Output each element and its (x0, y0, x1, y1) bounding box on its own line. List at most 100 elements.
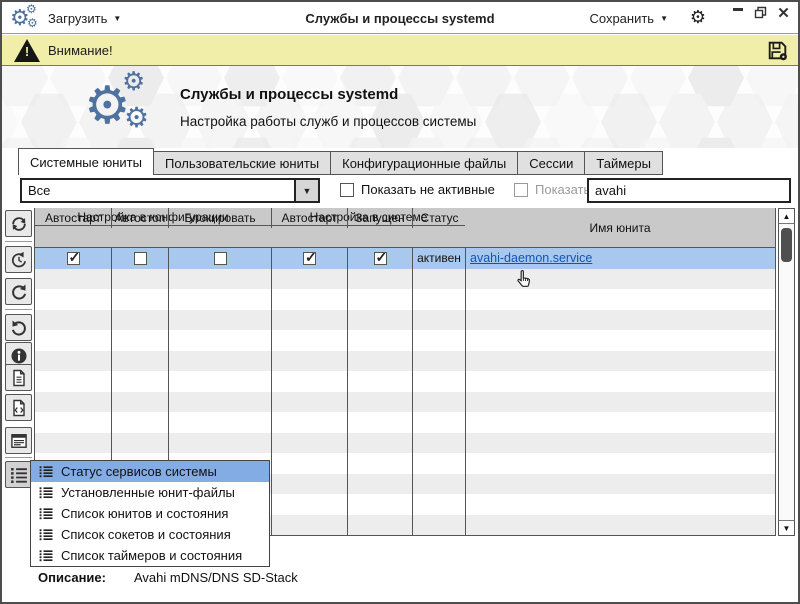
banner-title: Службы и процессы systemd (180, 86, 398, 103)
history-icon (9, 250, 29, 270)
table-row-empty[interactable] (35, 351, 775, 372)
col-header-autostart-system: Автостарт (272, 208, 348, 228)
window-controls: ✕ (731, 6, 790, 19)
description-label: Описание: (38, 570, 106, 585)
save-menu-label: Сохранить (589, 11, 654, 26)
scroll-down-button[interactable]: ▼ (779, 520, 794, 535)
minimize-button[interactable] (731, 6, 744, 19)
unit-file-button[interactable] (5, 364, 32, 391)
warning-bar: ! Внимание! (2, 35, 798, 66)
history-restore-button[interactable] (5, 246, 32, 273)
tab-user-units[interactable]: Пользовательские юниты (154, 151, 331, 175)
menu-item-units-list[interactable]: Список юнитов и состояния (31, 503, 269, 524)
list-icon (39, 549, 53, 563)
menu-item-timers-list[interactable]: Список таймеров и состояния (31, 545, 269, 566)
edit-config-button[interactable] (5, 394, 32, 421)
table-row-empty[interactable] (35, 433, 775, 454)
autostart-config-checkbox[interactable] (67, 252, 80, 265)
chevron-down-icon: ▼ (660, 14, 668, 23)
col-header-autostart-config: Автостарт (35, 208, 112, 228)
show-inactive-checkbox-row: Показать не активные (340, 182, 495, 197)
refresh-button[interactable] (5, 210, 32, 237)
list-reports-icon (9, 465, 29, 485)
show-inactive-checkbox[interactable] (340, 183, 354, 197)
table-row-empty[interactable] (35, 330, 775, 351)
list-icon (39, 465, 53, 479)
hand-cursor-icon (514, 268, 536, 295)
autostart-system-checkbox[interactable] (303, 252, 316, 265)
table-row-empty[interactable] (35, 392, 775, 413)
status-cell: активен (413, 248, 466, 269)
menu-item-label: Установленные юнит-файлы (61, 485, 235, 500)
table-row-selected[interactable]: активен avahi-daemon.service (35, 248, 775, 269)
undo-arrow-icon (9, 318, 29, 338)
table-row-empty[interactable] (35, 269, 775, 290)
redo-arrow-icon (9, 282, 29, 302)
menu-item-label: Список юнитов и состояния (61, 506, 228, 521)
app-window: ⚙ ⚙ ⚙ Загрузить ▼ Службы и процессы syst… (0, 0, 800, 604)
vertical-scrollbar[interactable]: ▲ ▼ (778, 208, 795, 536)
menu-item-installed-unit-files[interactable]: Установленные юнит-файлы (31, 482, 269, 503)
filter-row: Все ▼ Показать не активные Показать не з… (2, 178, 798, 204)
unit-type-select[interactable]: Все ▼ (20, 178, 320, 203)
warning-triangle-icon: ! (14, 39, 40, 62)
maximize-button[interactable] (754, 6, 767, 19)
journal-output-button[interactable] (5, 427, 32, 454)
redo-button[interactable] (5, 278, 32, 305)
list-icon (39, 528, 53, 542)
info-icon (9, 346, 29, 366)
unit-type-selected-value: Все (22, 180, 294, 201)
list-icon (39, 486, 53, 500)
autostop-config-checkbox[interactable] (134, 252, 147, 265)
tab-system-units[interactable]: Системные юниты (18, 148, 154, 175)
tab-timers[interactable]: Таймеры (585, 151, 663, 175)
tab-sessions[interactable]: Сессии (518, 151, 585, 175)
refresh-icon (9, 214, 29, 234)
undo-button[interactable] (5, 314, 32, 341)
settings-gear-icon[interactable]: ⚙ (690, 7, 706, 28)
col-header-running: Запущен (348, 208, 413, 228)
table-row-empty[interactable] (35, 310, 775, 331)
titlebar: ⚙ ⚙ ⚙ Загрузить ▼ Службы и процессы syst… (2, 2, 798, 34)
col-header-unit-name: Имя юнита (465, 208, 775, 248)
list-output-icon (9, 431, 29, 451)
block-config-checkbox[interactable] (214, 252, 227, 265)
table-row-empty[interactable] (35, 412, 775, 433)
menu-item-label: Статус сервисов системы (61, 464, 217, 479)
table-row-empty[interactable] (35, 289, 775, 310)
tab-bar: Системные юниты Пользовательские юниты К… (18, 148, 798, 175)
combo-dropdown-button[interactable]: ▼ (294, 180, 318, 201)
menu-item-services-status[interactable]: Статус сервисов системы (31, 461, 269, 482)
warning-text: Внимание! (48, 43, 113, 58)
close-button[interactable]: ✕ (777, 6, 790, 19)
search-input[interactable] (587, 178, 791, 203)
show-unloaded-checkbox[interactable] (514, 183, 528, 197)
floppy-disk-icon (765, 38, 790, 63)
file-text-icon (9, 368, 29, 388)
description-value: Avahi mDNS/DNS SD-Stack (134, 570, 298, 585)
header-banner: ⚙⚙⚙ Службы и процессы systemd Настройка … (2, 66, 798, 148)
file-code-icon (9, 398, 29, 418)
banner-subtitle: Настройка работы служб и процессов систе… (180, 114, 476, 129)
running-system-checkbox[interactable] (374, 252, 387, 265)
save-menu-button[interactable]: Сохранить ▼ (589, 2, 668, 34)
reports-list-button[interactable] (5, 461, 32, 488)
menu-item-sockets-list[interactable]: Список сокетов и состояния (31, 524, 269, 545)
table-row-empty[interactable] (35, 371, 775, 392)
table-header: Настройка в конфигурации Настройка в сис… (35, 208, 775, 248)
show-inactive-label: Показать не активные (361, 182, 495, 197)
menu-item-label: Список таймеров и состояния (61, 548, 242, 563)
scroll-up-button[interactable]: ▲ (779, 209, 794, 224)
app-logo-gears-icon: ⚙⚙⚙ (84, 72, 146, 142)
col-header-block: Блокировать (169, 208, 272, 228)
chevron-down-icon: ▼ (303, 186, 312, 196)
restore-icon (754, 6, 767, 19)
reports-context-menu: Статус сервисов системы Установленные юн… (30, 460, 270, 567)
scrollbar-thumb[interactable] (781, 228, 792, 262)
tab-config-files[interactable]: Конфигурационные файлы (331, 151, 518, 175)
menu-item-label: Список сокетов и состояния (61, 527, 231, 542)
unit-name-link[interactable]: avahi-daemon.service (470, 251, 592, 265)
save-settings-button[interactable] (765, 38, 790, 68)
col-header-autostop-config: Автостоп (112, 208, 169, 228)
window-title: Службы и процессы systemd (2, 2, 798, 34)
